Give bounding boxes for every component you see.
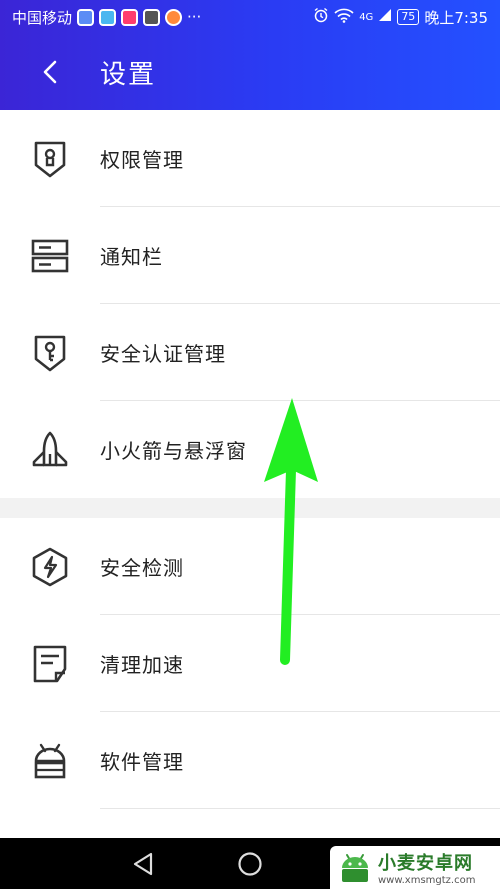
settings-list: 权限管理 通知栏 安全认证管理 小火箭与悬浮窗 安全检测 清理加速 软件管理 xyxy=(0,110,500,809)
alarm-icon xyxy=(313,7,329,27)
settings-item-notification-bar[interactable]: 通知栏 xyxy=(0,207,500,304)
settings-item-label: 清理加速 xyxy=(100,653,184,677)
settings-item-cleanup[interactable]: 清理加速 xyxy=(0,615,500,712)
settings-item-label: 权限管理 xyxy=(100,148,184,172)
android-logo-icon xyxy=(342,853,368,882)
more-notifications: ··· xyxy=(187,8,202,26)
notification-bar-icon xyxy=(0,207,100,304)
status-bar-left: 中国移动 ··· xyxy=(12,7,201,28)
settings-item-label: 软件管理 xyxy=(100,750,184,774)
carrier-label: 中国移动 xyxy=(12,8,73,27)
status-bar-right: 4G 75 晚上7:35 xyxy=(313,7,488,28)
chevron-left-icon xyxy=(43,60,57,84)
notification-app-icon xyxy=(77,8,95,26)
network-type: 4G xyxy=(359,11,374,23)
android-icon xyxy=(0,712,100,809)
back-button[interactable] xyxy=(20,40,80,104)
notification-app-icon xyxy=(143,8,161,26)
battery-indicator: 75 xyxy=(397,9,420,25)
signal-icon xyxy=(378,8,392,26)
settings-item-security-scan[interactable]: 安全检测 xyxy=(0,518,500,615)
clock: 晚上7:35 xyxy=(424,8,488,27)
title-bar: 设置 xyxy=(0,40,500,104)
nav-back-button[interactable] xyxy=(123,844,163,884)
settings-item-label: 安全检测 xyxy=(100,556,184,580)
status-bar: 中国移动 ··· 4G 75 晚上7:35 xyxy=(0,0,500,34)
nav-home-button[interactable] xyxy=(230,844,270,884)
settings-item-label: 安全认证管理 xyxy=(100,342,226,366)
page-title: 设置 xyxy=(100,59,157,90)
shield-lock-icon xyxy=(0,110,100,207)
watermark-url: www.xmsmgtz.com xyxy=(378,875,476,886)
shield-key-icon xyxy=(0,304,100,401)
watermark-title: 小麦安卓网 xyxy=(378,853,473,874)
notification-app-icon xyxy=(99,8,117,26)
settings-item-security-auth[interactable]: 安全认证管理 xyxy=(0,304,500,401)
circle-home-icon xyxy=(238,851,262,876)
site-watermark: 小麦安卓网 www.xmsmgtz.com xyxy=(330,846,500,889)
notification-app-icon xyxy=(121,8,139,26)
settings-item-label: 小火箭与悬浮窗 xyxy=(100,439,247,463)
app-header: 中国移动 ··· 4G 75 晚上7:35 设置 xyxy=(0,0,500,110)
triangle-back-icon xyxy=(134,852,153,875)
settings-item-permissions[interactable]: 权限管理 xyxy=(0,110,500,207)
section-gap xyxy=(0,498,500,518)
divider xyxy=(100,808,500,809)
weibo-icon xyxy=(165,8,183,26)
security-scan-icon xyxy=(0,518,100,615)
cleanup-icon xyxy=(0,615,100,712)
settings-item-rocket-floating[interactable]: 小火箭与悬浮窗 xyxy=(0,401,500,498)
settings-item-app-management[interactable]: 软件管理 xyxy=(0,712,500,809)
settings-item-label: 通知栏 xyxy=(100,245,163,269)
rocket-icon xyxy=(0,401,100,498)
wifi-icon xyxy=(334,8,354,27)
